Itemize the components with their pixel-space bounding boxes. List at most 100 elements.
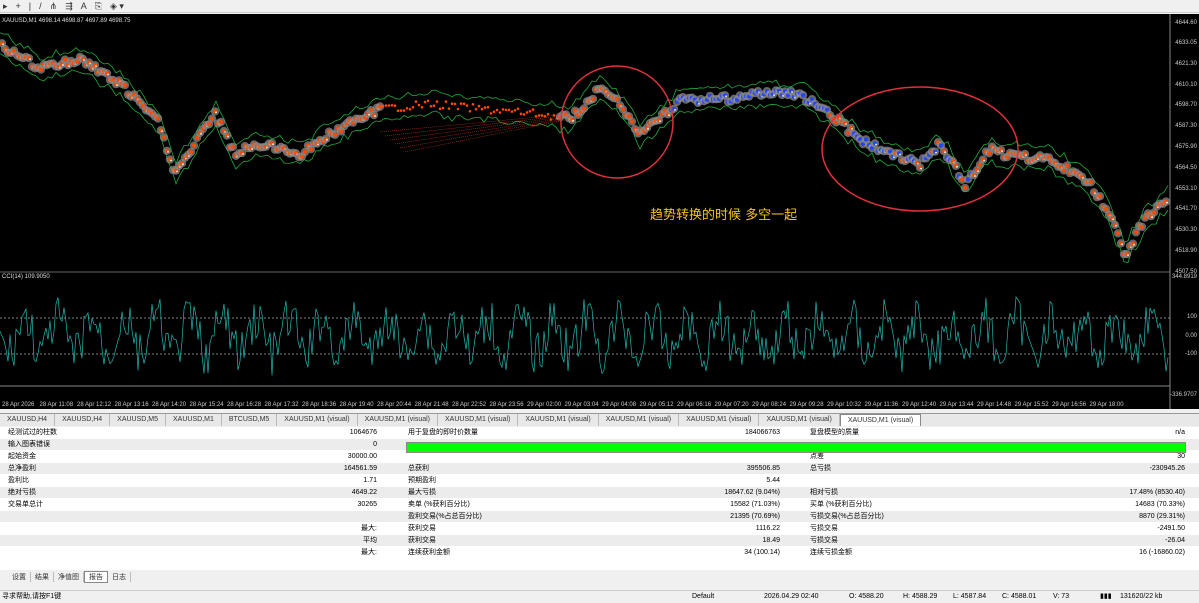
signal-dot (402, 109, 406, 112)
report-cell: 18647.62 (9.04%) (724, 489, 780, 496)
signal-dot-highlight (983, 159, 985, 162)
report-cell: 最大: (361, 549, 377, 556)
chart-tab-9[interactable]: XAUUSD,M1 (visual) (599, 414, 680, 426)
toolbar-button-7[interactable]: ⎘ (95, 1, 102, 12)
price-chart[interactable] (0, 14, 1199, 409)
price-info: XAUUSD,M1 4698.14 4698.87 4697.89 4698.7… (2, 18, 131, 24)
toolbar-button-3[interactable]: / (39, 1, 42, 12)
signal-dot-highlight (875, 143, 877, 146)
signal-dot (450, 102, 454, 105)
time-label: 29 Apr 04:08 (602, 402, 637, 408)
signal-dot-highlight (272, 143, 274, 146)
toolbar-button-6[interactable]: A (81, 1, 87, 12)
signal-dot-highlight (791, 91, 793, 93)
signal-dot (444, 100, 448, 103)
signal-dot (411, 106, 415, 109)
signal-dot (378, 104, 382, 109)
signal-dot-highlight (977, 170, 979, 173)
toolbar-button-2[interactable]: | (29, 1, 31, 12)
status-open: O: 4588.20 (849, 593, 884, 600)
report-cell: 1.71 (363, 477, 377, 484)
signal-dot (960, 177, 964, 182)
signal-dot (537, 114, 541, 117)
report-row: 总净盈利 164561.59 总获利 395506.85 总亏损 -230945.26 (0, 463, 1199, 474)
time-label: 29 Apr 05:12 (639, 402, 674, 408)
signal-dot (510, 110, 514, 113)
signal-dot-highlight (659, 120, 661, 123)
signal-dot (447, 107, 451, 110)
time-label: 28 Apr 16:28 (227, 402, 262, 408)
signal-dot-highlight (326, 138, 328, 141)
signal-dot-highlight (167, 150, 169, 153)
signal-dot (582, 106, 586, 111)
signal-dot (486, 105, 490, 109)
signal-dot-highlight (572, 120, 574, 122)
toolbar-button-8[interactable]: ◈ ▾ (110, 1, 124, 12)
chart-tab-11[interactable]: XAUUSD,M1 (visual) (759, 414, 840, 426)
signal-dot-highlight (176, 170, 178, 173)
signal-dot (1104, 207, 1108, 211)
signal-dot-highlight (935, 151, 937, 154)
signal-dot (615, 96, 619, 101)
time-label: 28 Apr 14:20 (152, 402, 187, 408)
report-cell: 用于复盘的即时价数量 (408, 429, 478, 436)
report-cell: -2491.50 (1157, 525, 1185, 532)
tester-tab-2[interactable]: 净值图 (54, 571, 84, 582)
chart-area[interactable]: XAUUSD,M1 4698.14 4698.87 4697.89 4698.7… (0, 14, 1199, 409)
chart-tab-12[interactable]: XAUUSD,M1 (visual) (839, 414, 922, 426)
report-cell: -26.04 (1165, 537, 1185, 544)
chart-tab-6[interactable]: XAUUSD,M1 (visual) (358, 414, 439, 426)
toolbar-button-1[interactable]: + (16, 1, 21, 12)
report-row: 经测试过的柱数 1064676 用于复盘的即时价数量 184066763 复盘模型的质量… (0, 427, 1199, 438)
time-label: 29 Apr 16:56 (1052, 402, 1087, 408)
signal-dot (417, 103, 421, 107)
price-level-label: 4644.60 (1175, 20, 1197, 26)
signal-dot-highlight (974, 175, 976, 177)
report-cell: 最大亏损 (408, 489, 436, 496)
report-cell: 买单 (%获利百分比) (810, 501, 872, 508)
signal-dot (189, 150, 193, 155)
chart-tab-1[interactable]: XAUUSD,H4 (55, 414, 111, 426)
signal-dot (471, 103, 475, 106)
tester-tab-0[interactable]: 设置 (8, 571, 31, 582)
signal-dot (546, 112, 550, 116)
chart-tab-8[interactable]: XAUUSD,M1 (visual) (518, 414, 599, 426)
signal-dot (414, 100, 418, 103)
chart-tab-4[interactable]: BTCUSD,M5 (222, 414, 278, 426)
price-level-label: 4564.50 (1175, 165, 1197, 171)
signal-dot (1089, 180, 1093, 185)
report-cell: 复盘模型的质量 (810, 429, 859, 436)
report-cell: 34 (100.14) (744, 549, 780, 556)
time-label: 28 Apr 19:40 (339, 402, 374, 408)
report-cell: n/a (1175, 429, 1185, 436)
report-cell: 164561.59 (343, 465, 377, 472)
tester-tab-1[interactable]: 结果 (31, 571, 54, 582)
signal-dot-highlight (1166, 201, 1168, 204)
signal-dot-highlight (1151, 216, 1153, 219)
tester-tab-4[interactable]: 日志 (108, 571, 131, 582)
signal-dot-highlight (107, 73, 109, 76)
signal-dot (453, 102, 457, 106)
fan-line-1 (384, 114, 571, 137)
fan-line-0 (379, 113, 571, 133)
time-label: 29 Apr 11:36 (864, 402, 899, 408)
chart-tab-3[interactable]: XAUUSD,M1 (166, 414, 222, 426)
report-cell: 5.44 (766, 477, 780, 484)
chart-tab-10[interactable]: XAUUSD,M1 (visual) (679, 414, 760, 426)
price-level-label: 4610.10 (1175, 82, 1197, 88)
chart-tab-5[interactable]: XAUUSD,M1 (visual) (277, 414, 358, 426)
signal-dot (621, 107, 625, 112)
signal-dot (531, 108, 535, 111)
toolbar-button-0[interactable]: ▸ (3, 1, 8, 12)
status-high: H: 4588.29 (903, 593, 938, 600)
toolbar-button-5[interactable]: ⇶ (65, 1, 73, 12)
toolbar-button-4[interactable]: ⋔ (50, 1, 58, 12)
chart-tab-2[interactable]: XAUUSD,M5 (110, 414, 166, 426)
signal-dot (501, 108, 505, 111)
fan-line-5 (404, 118, 571, 153)
signal-dot-highlight (68, 65, 70, 68)
chart-tab-7[interactable]: XAUUSD,M1 (visual) (438, 414, 519, 426)
chart-tab-0[interactable]: XAUUSD,H4 (0, 414, 56, 426)
status-datetime: 2026.04.29 02:40 (764, 593, 819, 600)
tester-tab-3[interactable]: 报告 (84, 570, 108, 583)
